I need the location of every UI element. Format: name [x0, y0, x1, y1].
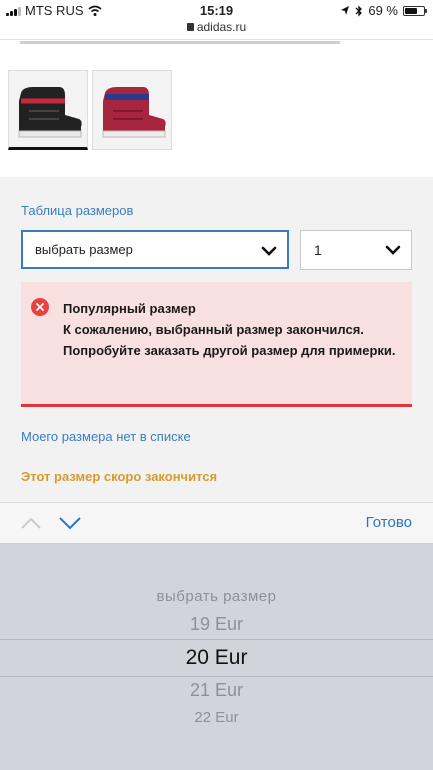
quantity-select-value: 1 [314, 242, 322, 258]
chevron-down-icon [385, 245, 401, 255]
chevron-down-icon [261, 246, 277, 256]
picker-option-selected[interactable]: 20 Eur [0, 646, 433, 670]
size-select[interactable]: выбрать размер [21, 230, 289, 269]
url-text: adidas.ru [196, 20, 247, 34]
next-field-chevron-down-icon[interactable] [58, 516, 82, 530]
lock-icon [186, 23, 194, 31]
battery-percent: 69 % [368, 3, 398, 18]
product-thumbnail-red[interactable] [92, 70, 172, 150]
error-message: К сожалению, выбранный размер закончился… [63, 322, 396, 358]
picker-option[interactable]: 22 Eur [0, 709, 433, 726]
size-picker-wheel[interactable]: выбрать размер 19 Eur 20 Eur 21 Eur 22 E… [0, 544, 433, 770]
battery-icon [403, 5, 427, 16]
error-message-box: Популярный размер К сожалению, выбранный… [21, 282, 412, 407]
size-not-listed-link[interactable]: Моего размера нет в списке [21, 429, 191, 444]
location-arrow-icon [341, 6, 350, 15]
size-select-value: выбрать размер [35, 242, 133, 257]
bluetooth-icon [355, 4, 363, 17]
low-stock-notice: Этот размер скоро закончится [21, 469, 218, 484]
boot-black-image [9, 71, 87, 147]
url-bar[interactable]: adidas.ru [0, 20, 433, 34]
previous-field-chevron-up-icon[interactable] [20, 516, 42, 530]
picker-option[interactable]: выбрать размер [0, 588, 433, 605]
size-chart-link[interactable]: Таблица размеров [21, 203, 133, 218]
error-icon [31, 298, 49, 316]
battery-fill [405, 7, 418, 14]
status-bar: MTS RUS 15:19 adidas.ru 69 % [0, 0, 433, 40]
picker-option[interactable]: 21 Eur [0, 680, 433, 701]
status-right: 69 % [340, 3, 427, 18]
quantity-select[interactable]: 1 [300, 230, 412, 270]
product-thumbnail-black[interactable] [8, 70, 88, 150]
error-title: Популярный размер [63, 301, 196, 316]
clipped-description-text [20, 37, 340, 45]
boot-red-image [93, 71, 171, 149]
done-button[interactable]: Готово [366, 514, 412, 531]
picker-toolbar: Готово [0, 502, 433, 544]
picker-option[interactable]: 19 Eur [0, 614, 433, 635]
